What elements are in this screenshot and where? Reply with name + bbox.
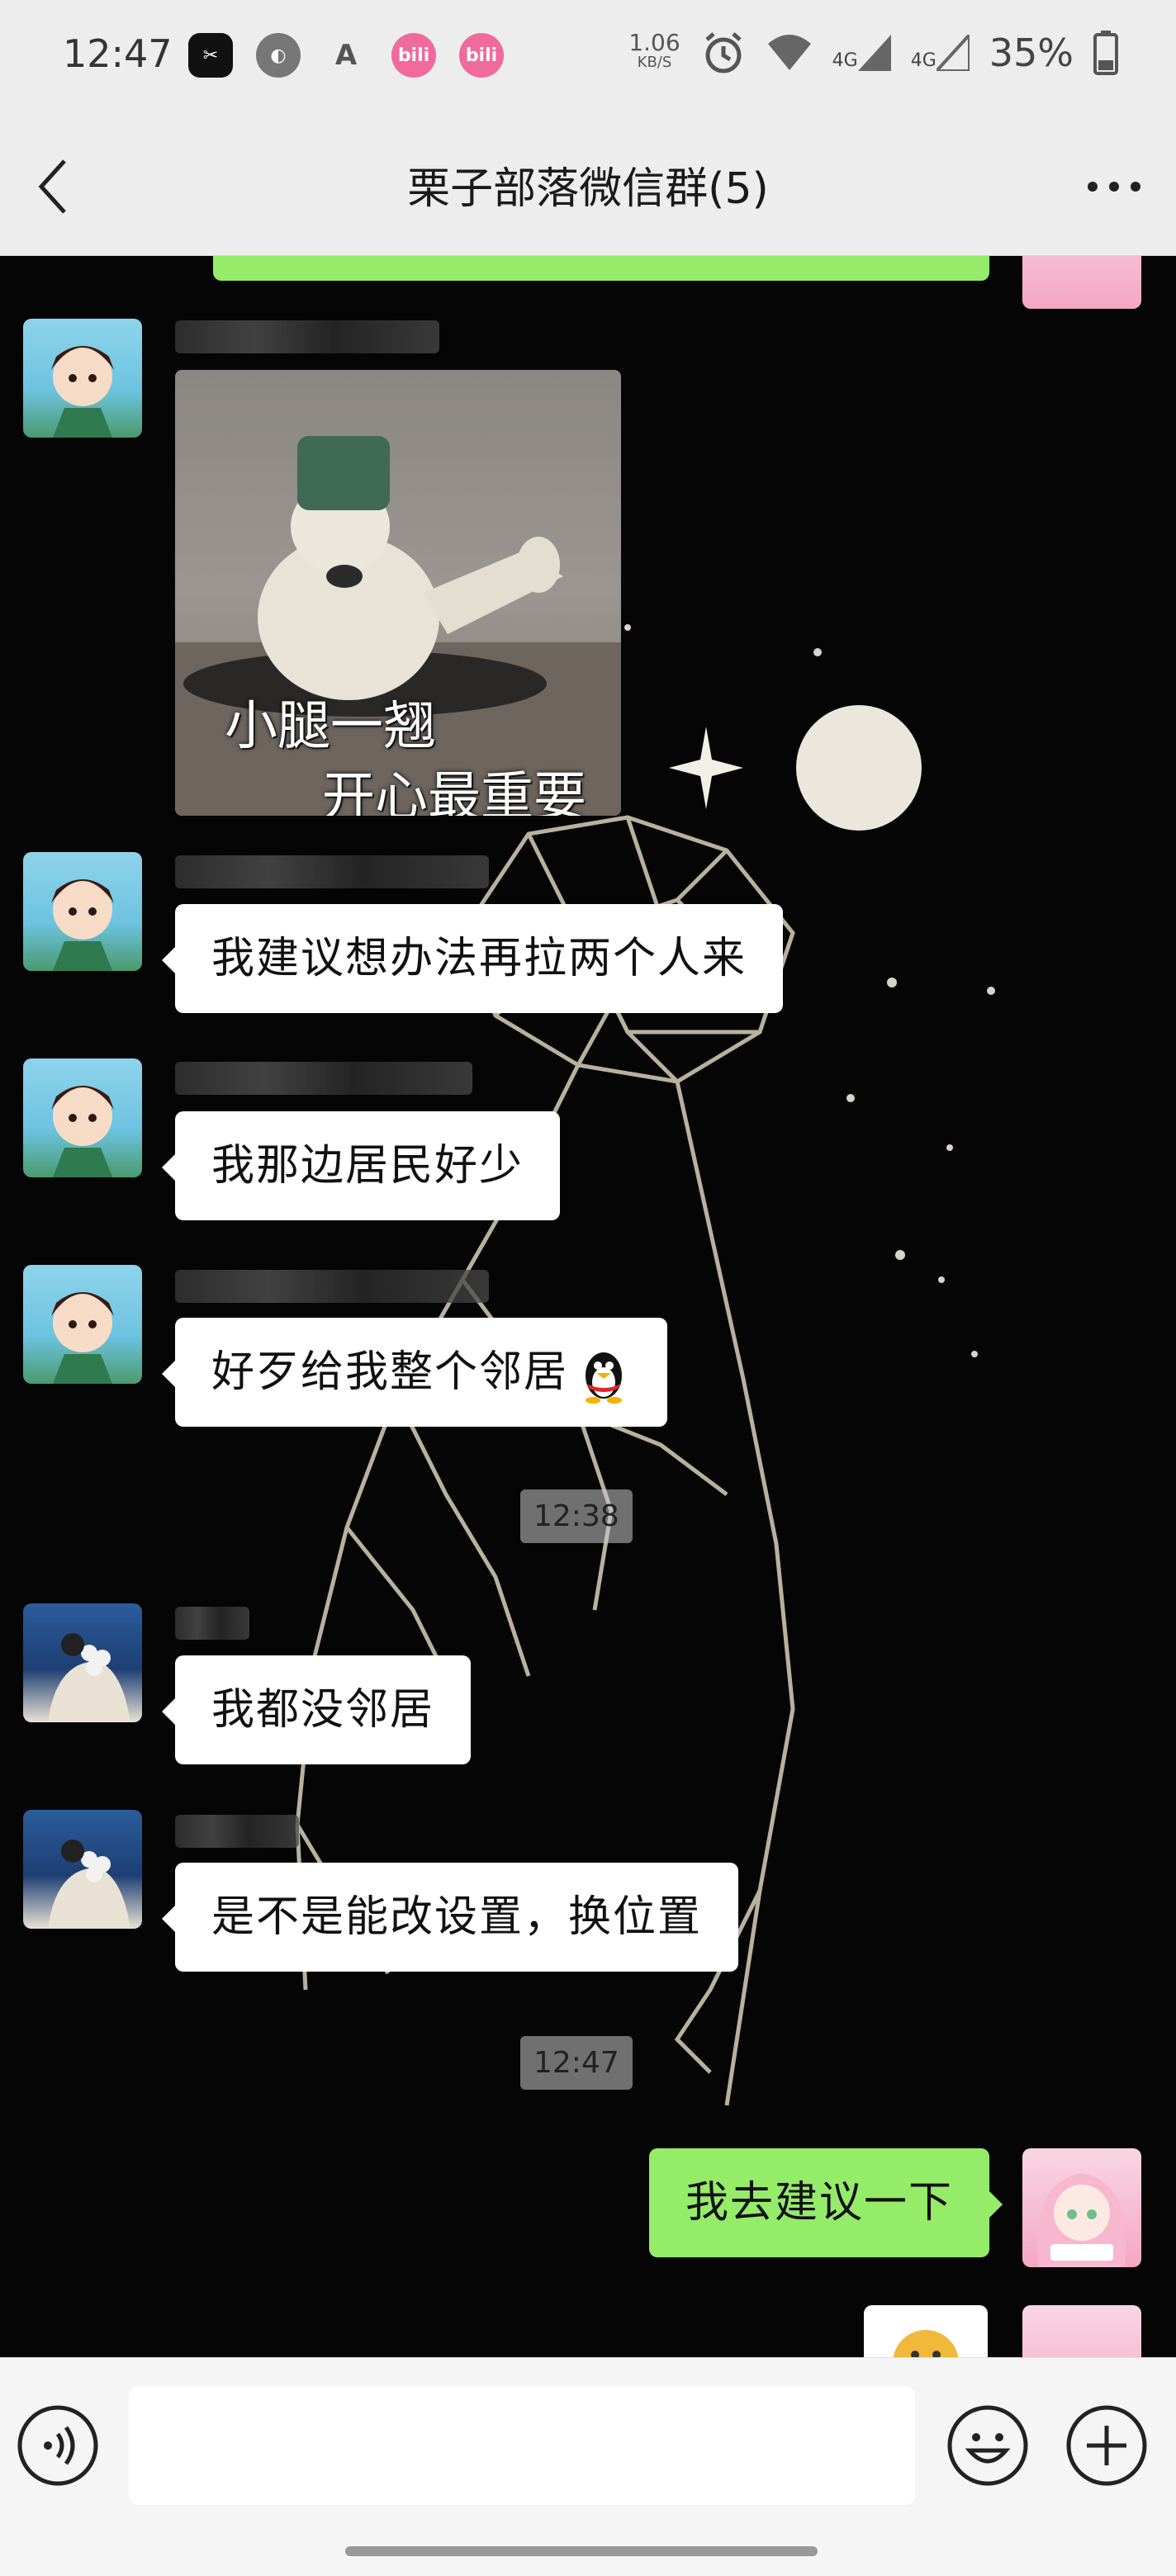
anime-avatar-icon — [51, 1292, 114, 1384]
my-avatar[interactable] — [1022, 2148, 1141, 2267]
battery-icon — [1093, 31, 1118, 75]
sender-avatar[interactable] — [23, 1265, 142, 1384]
anime-avatar-icon — [51, 879, 114, 971]
timestamp: 12:38 — [520, 1489, 633, 1543]
more-dots-icon — [1088, 182, 1140, 192]
my-avatar[interactable] — [1022, 256, 1141, 309]
signal-2: 4G — [911, 35, 970, 71]
bilibili-icon: bili — [459, 33, 504, 78]
message-bubble[interactable]: 我那边居民好少 — [161, 1111, 561, 1220]
sender-name — [175, 1270, 489, 1303]
signal-1: 4G — [832, 35, 891, 71]
status-app-icons: ✂ ◐ A bili bili — [188, 33, 504, 78]
sticker-caption-2: 开心最重要 — [322, 767, 586, 816]
sender-avatar[interactable] — [23, 319, 142, 438]
message-bubble[interactable]: 我建议想办法再拉两个人来 — [161, 904, 784, 1013]
dog-sticker-icon — [893, 2330, 959, 2357]
sticker-message-partial[interactable] — [864, 2305, 988, 2357]
sender-name — [175, 1062, 472, 1095]
anime-avatar-icon — [51, 346, 114, 438]
more-actions-button[interactable] — [1065, 2404, 1148, 2487]
sender-avatar[interactable] — [23, 1603, 142, 1722]
sticker-caption-1: 小腿一翘 — [225, 696, 436, 757]
moon-icon: ◐ — [256, 33, 301, 78]
sender-name — [175, 855, 489, 888]
chat-title: 栗子部落微信群(5) — [407, 164, 769, 214]
status-indicators: 1.06 KB/S 4G 4G 35% — [628, 30, 1118, 76]
home-indicator[interactable] — [345, 2546, 818, 2556]
emoji-button[interactable] — [946, 2404, 1029, 2487]
voice-icon — [17, 2405, 98, 2486]
sender-name — [175, 1607, 249, 1640]
sender-avatar[interactable] — [23, 1058, 142, 1177]
plus-icon — [1066, 2405, 1147, 2486]
net-speed-value: 1.06 — [628, 29, 680, 56]
my-avatar[interactable] — [1022, 2305, 1141, 2357]
status-bar: 12:47 ✂ ◐ A bili bili 1.06 KB/S 4G 4G 35… — [0, 0, 1176, 116]
sender-name — [175, 320, 439, 353]
previous-message-bubble[interactable] — [213, 256, 989, 281]
more-options-button[interactable] — [1077, 152, 1151, 221]
flowers-avatar-icon — [48, 1840, 130, 1929]
anime-avatar-icon — [51, 1086, 114, 1177]
cell-signal-icon — [857, 35, 891, 71]
message-bubble[interactable]: 好歹给我整个邻居 — [161, 1318, 668, 1427]
cell-signal-icon — [936, 35, 970, 71]
sender-avatar[interactable] — [23, 1810, 142, 1929]
sender-avatar[interactable] — [23, 852, 142, 971]
battery-percent: 35% — [989, 31, 1074, 75]
penguin-emoji-icon — [586, 1352, 623, 1404]
message-bubble[interactable]: 是不是能改设置，换位置 — [161, 1863, 739, 1972]
timestamp: 12:47 — [520, 2036, 633, 2090]
signal-2-label: 4G — [910, 50, 937, 71]
bilibili-icon: bili — [391, 33, 436, 78]
capcut-icon: ✂ — [188, 33, 233, 78]
status-time: 12:47 — [63, 31, 173, 76]
net-speed: 1.06 KB/S — [628, 29, 680, 73]
chat-area[interactable]: 小腿一翘 开心最重要 我建议想办法再拉两个人来 我那边居民好少 好歹给我整个邻居 — [0, 256, 1176, 2357]
chat-header: 栗子部落微信群(5) — [0, 116, 1176, 256]
wifi-icon — [767, 35, 811, 70]
signal-1-label: 4G — [832, 50, 858, 71]
input-bar — [0, 2357, 1176, 2576]
message-input[interactable] — [129, 2386, 915, 2505]
font-icon: A — [334, 39, 358, 72]
my-message-bubble[interactable]: 我去建议一下 — [648, 2148, 1003, 2257]
sender-name — [175, 1815, 299, 1848]
alarm-icon — [705, 32, 742, 73]
sticker-message[interactable]: 小腿一翘 开心最重要 — [175, 370, 621, 816]
voice-button[interactable] — [17, 2404, 99, 2487]
smiley-icon — [947, 2405, 1028, 2486]
message-text: 好歹给我整个邻居 — [211, 1347, 569, 1397]
flowers-avatar-icon — [48, 1633, 130, 1722]
pink-anime-avatar-icon — [1037, 2173, 1126, 2267]
message-bubble[interactable]: 我都没邻居 — [161, 1655, 472, 1764]
